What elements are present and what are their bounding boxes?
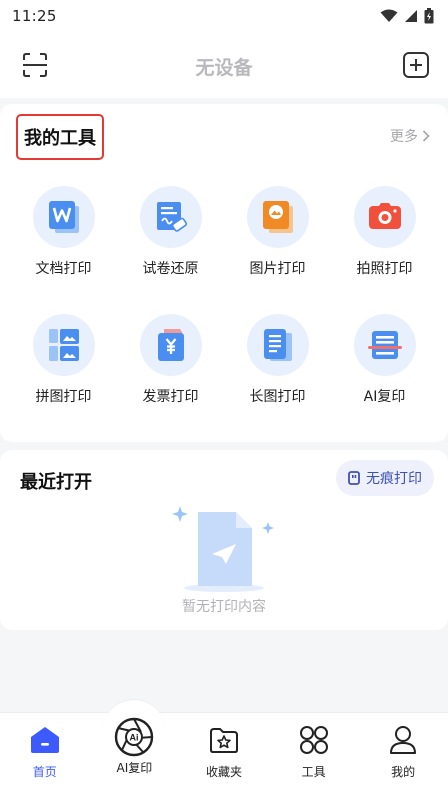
tool-label: 发票打印 bbox=[142, 389, 199, 405]
tool-label: 长图打印 bbox=[249, 389, 306, 405]
add-device-icon[interactable] bbox=[402, 51, 430, 79]
image-icon bbox=[262, 201, 293, 233]
nav-label: 工具 bbox=[301, 765, 326, 779]
tool-photo-print[interactable]: 拍照打印 bbox=[331, 186, 438, 278]
nav-icon-wrap bbox=[386, 723, 420, 757]
nav-label: AI复印 bbox=[116, 761, 153, 775]
tool-ai-copy[interactable]: AI复印 bbox=[331, 314, 438, 406]
tool-icon-wrap bbox=[353, 314, 416, 376]
nav-icon-wrap bbox=[297, 723, 331, 757]
signal-icon bbox=[405, 10, 417, 22]
nav-icon-wrap: Ai bbox=[114, 717, 154, 757]
page-title: 无设备 bbox=[195, 57, 253, 79]
profile-icon bbox=[390, 726, 417, 754]
empty-document-illustration bbox=[172, 506, 274, 592]
tool-label: 图片打印 bbox=[249, 261, 306, 277]
status-time: 11:25 bbox=[12, 7, 57, 25]
tool-icon-wrap bbox=[139, 186, 202, 248]
camera-icon bbox=[368, 203, 401, 229]
ai-aperture-icon: Ai bbox=[115, 717, 154, 757]
battery-charging-icon bbox=[424, 8, 434, 24]
collage-icon bbox=[48, 329, 79, 361]
word-document-icon bbox=[48, 201, 79, 233]
nav-ai-copy[interactable]: Ai AI复印 bbox=[90, 699, 180, 796]
nav-home[interactable]: 首页 bbox=[0, 713, 90, 796]
tools-section-title: 我的工具 bbox=[16, 114, 104, 160]
tool-exam-restore[interactable]: 试卷还原 bbox=[117, 186, 224, 278]
more-tools-link[interactable]: 更多 bbox=[390, 126, 430, 146]
nav-icon-wrap bbox=[207, 723, 241, 757]
tool-icon-wrap bbox=[353, 186, 416, 248]
tool-label: 拍照打印 bbox=[356, 261, 413, 277]
tool-grid: 文档打印 试卷还原 图片打印 拍照打印 拼图打印 发票打印 长图打印 AI复印 bbox=[0, 186, 448, 406]
tool-invoice-print[interactable]: 发票打印 bbox=[117, 314, 224, 406]
bottom-nav: 首页 Ai AI复印 收藏夹 工具 我的 bbox=[0, 699, 448, 796]
app-header: 无设备 bbox=[0, 32, 448, 98]
tools-grid-icon bbox=[299, 726, 328, 754]
nav-icon-wrap bbox=[28, 723, 62, 757]
tool-long-image-print[interactable]: 长图打印 bbox=[224, 314, 331, 406]
incognito-icon bbox=[348, 471, 360, 485]
nav-favorites[interactable]: 收藏夹 bbox=[179, 713, 269, 796]
favorites-folder-icon bbox=[209, 728, 238, 753]
tool-icon-wrap bbox=[32, 314, 95, 376]
home-icon bbox=[30, 727, 59, 753]
tool-collage-print[interactable]: 拼图打印 bbox=[10, 314, 117, 406]
tool-label: 拼图打印 bbox=[35, 389, 92, 405]
empty-state-text: 暂无打印内容 bbox=[182, 599, 266, 615]
chevron-right-icon bbox=[422, 130, 430, 142]
long-image-icon bbox=[263, 329, 292, 361]
wifi-icon bbox=[380, 9, 398, 22]
recent-card: 最近打开 无痕打印 暂无打印内容 bbox=[0, 450, 448, 630]
status-bar: 11:25 bbox=[0, 0, 448, 32]
tool-image-print[interactable]: 图片打印 bbox=[224, 186, 331, 278]
more-tools-label: 更多 bbox=[390, 129, 418, 145]
nav-label: 收藏夹 bbox=[205, 765, 242, 779]
tool-icon-wrap bbox=[246, 186, 309, 248]
tool-label: 文档打印 bbox=[35, 261, 92, 277]
nav-tools[interactable]: 工具 bbox=[269, 713, 359, 796]
tool-icon-wrap bbox=[139, 314, 202, 376]
tool-label: AI复印 bbox=[363, 389, 406, 405]
tool-document-print[interactable]: 文档打印 bbox=[10, 186, 117, 278]
tool-label: 试卷还原 bbox=[142, 261, 199, 277]
nav-label: 我的 bbox=[391, 765, 416, 779]
invoice-icon bbox=[157, 329, 184, 361]
exam-paper-icon bbox=[156, 202, 187, 232]
status-icons bbox=[380, 8, 434, 24]
ai-copy-icon bbox=[367, 331, 402, 359]
tool-icon-wrap bbox=[32, 186, 95, 248]
tool-icon-wrap bbox=[246, 314, 309, 376]
tools-card: 我的工具 更多 文档打印 试卷还原 图片打印 拍照打印 拼图打印 发票打印 长图… bbox=[0, 104, 448, 442]
incognito-print-button[interactable]: 无痕打印 bbox=[336, 460, 434, 496]
nav-label: 首页 bbox=[32, 765, 57, 779]
recent-section-title: 最近打开 bbox=[20, 472, 92, 493]
incognito-print-label: 无痕打印 bbox=[366, 471, 422, 487]
nav-profile[interactable]: 我的 bbox=[358, 713, 448, 796]
svg-text:Ai: Ai bbox=[130, 733, 139, 743]
